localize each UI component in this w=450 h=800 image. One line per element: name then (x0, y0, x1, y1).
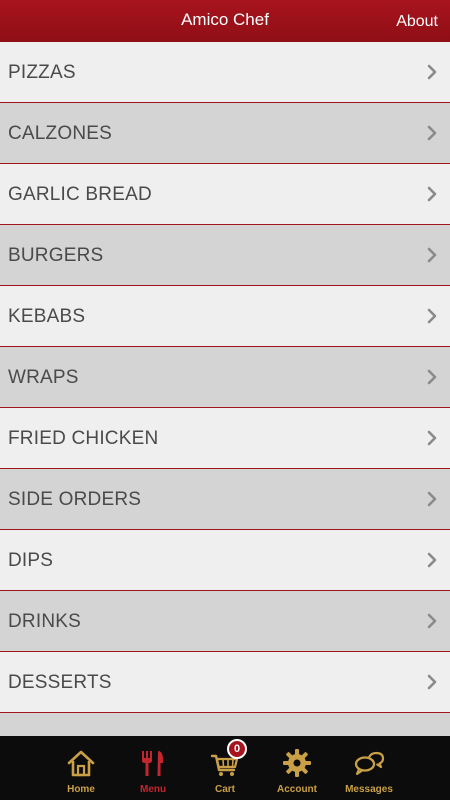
menu-item-pizzas[interactable]: PIZZAS (0, 42, 450, 103)
chevron-right-icon (427, 125, 437, 141)
bottom-tab-bar: Home Menu 0 Cart Account Messages (0, 736, 450, 800)
menu-item-label: CALZONES (8, 123, 113, 144)
tab-account[interactable]: Account (261, 736, 333, 800)
tab-messages[interactable]: Messages (333, 736, 405, 800)
menu-item-label: KEBABS (8, 306, 86, 327)
menu-item-partial[interactable] (0, 713, 450, 736)
menu-item-label: WRAPS (8, 367, 79, 388)
chevron-right-icon (427, 674, 437, 690)
chevron-right-icon (427, 247, 437, 263)
menu-item-burgers[interactable]: BURGERS (0, 225, 450, 286)
app-title: Amico Chef (181, 10, 269, 29)
tab-label: Cart (214, 784, 235, 795)
tab-label: Menu (139, 784, 167, 795)
menu-item-dips[interactable]: DIPS (0, 530, 450, 591)
menu-item-fried-chicken[interactable]: FRIED CHICKEN (0, 408, 450, 469)
menu-item-drinks[interactable]: DRINKS (0, 591, 450, 652)
tab-label: Messages (345, 784, 393, 795)
chevron-right-icon (427, 430, 437, 446)
menu-item-label: PIZZAS (8, 62, 76, 83)
menu-item-label: DESSERTS (8, 672, 112, 693)
chevron-right-icon (427, 491, 437, 507)
chevron-right-icon (427, 186, 437, 202)
cart-count-badge: 0 (227, 739, 247, 759)
chevron-right-icon (427, 64, 437, 80)
menu-item-label: FRIED CHICKEN (8, 428, 159, 449)
menu-item-label: GARLIC BREAD (8, 184, 152, 205)
menu-item-desserts[interactable]: DESSERTS (0, 652, 450, 713)
menu-item-side-orders[interactable]: SIDE ORDERS (0, 469, 450, 530)
chat-bubbles-icon (354, 751, 385, 776)
chevron-right-icon (427, 369, 437, 385)
tab-label: Home (67, 784, 95, 795)
about-button[interactable]: About (396, 13, 438, 31)
chevron-right-icon (427, 308, 437, 324)
tab-menu[interactable]: Menu (117, 736, 189, 800)
menu-item-label: DRINKS (8, 611, 81, 632)
menu-category-list: PIZZAS CALZONES GARLIC BREAD BURGERS KEB… (0, 42, 450, 736)
tab-home[interactable]: Home (45, 736, 117, 800)
chevron-right-icon (427, 552, 437, 568)
menu-item-garlic-bread[interactable]: GARLIC BREAD (0, 164, 450, 225)
header-bar: Amico Chef About (0, 0, 450, 42)
tab-cart[interactable]: 0 Cart (189, 736, 261, 800)
menu-item-calzones[interactable]: CALZONES (0, 103, 450, 164)
chevron-right-icon (427, 613, 437, 629)
app-screen: Amico Chef About PIZZAS CALZONES GARLIC … (0, 0, 450, 800)
menu-item-label: DIPS (8, 550, 54, 571)
gear-icon (283, 749, 311, 777)
tab-label: Account (277, 784, 317, 795)
cutlery-icon (142, 751, 163, 776)
home-icon (67, 750, 95, 777)
menu-item-label: BURGERS (8, 245, 104, 266)
menu-item-kebabs[interactable]: KEBABS (0, 286, 450, 347)
menu-item-label: SIDE ORDERS (8, 489, 142, 510)
menu-item-wraps[interactable]: WRAPS (0, 347, 450, 408)
